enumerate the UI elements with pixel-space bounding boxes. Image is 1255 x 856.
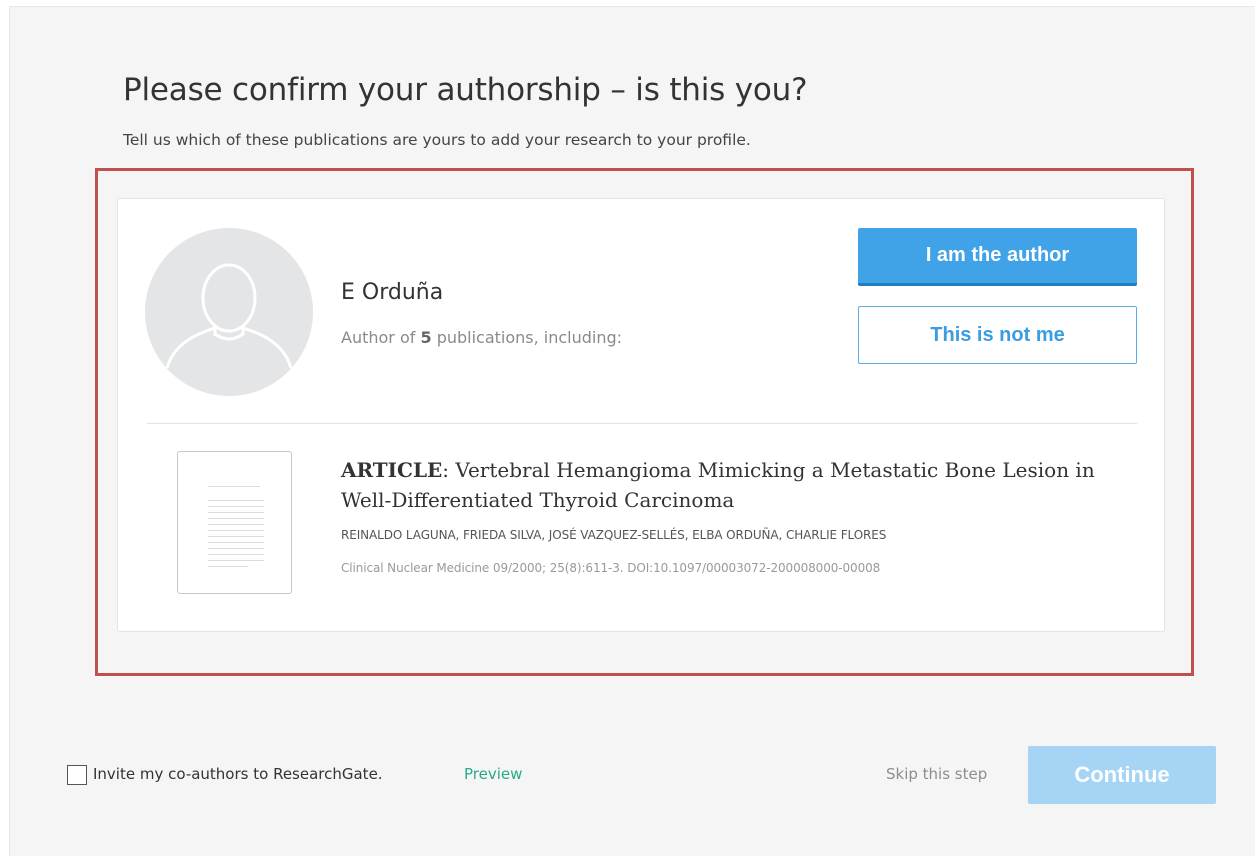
publication-title: : Vertebral Hemangioma Mimicking a Metas… [341, 458, 1095, 512]
author-name: E Orduña [341, 280, 444, 305]
this-is-not-me-button[interactable]: This is not me [858, 306, 1137, 364]
document-thumbnail-icon [177, 451, 292, 594]
publication-count: 5 [420, 328, 432, 347]
i-am-the-author-button[interactable]: I am the author [858, 228, 1137, 286]
avatar-placeholder-icon [145, 228, 313, 396]
publication-authors: REINALDO LAGUNA, FRIEDA SILVA, JOSÉ VAZQ… [341, 528, 887, 542]
card-divider [147, 423, 1137, 424]
person-silhouette-icon [145, 228, 313, 396]
author-publication-summary: Author of 5 publications, including: [341, 328, 622, 347]
thumb-line [208, 506, 264, 507]
thumb-line [208, 512, 264, 513]
thumb-line [208, 486, 260, 487]
thumb-line [208, 500, 264, 501]
skip-step-link[interactable]: Skip this step [886, 765, 987, 783]
continue-button[interactable]: Continue [1028, 746, 1216, 804]
invite-coauthors-checkbox[interactable] [67, 765, 87, 785]
thumb-line [208, 530, 264, 531]
publication-source: Clinical Nuclear Medicine 09/2000; 25(8)… [341, 561, 881, 575]
article-title-link[interactable]: ARTICLE: Vertebral Hemangioma Mimicking … [341, 455, 1141, 515]
publication-type: ARTICLE [341, 458, 443, 482]
preview-link[interactable]: Preview [464, 765, 522, 783]
thumb-line [208, 548, 264, 549]
thumb-line [208, 524, 264, 525]
thumb-line [208, 542, 264, 543]
page-subtitle: Tell us which of these publications are … [123, 131, 751, 149]
author-meta-suffix: publications, including: [431, 328, 623, 347]
thumb-line [208, 560, 264, 561]
thumb-line [208, 566, 248, 567]
thumb-line [208, 554, 264, 555]
thumb-line [208, 518, 264, 519]
author-meta-prefix: Author of [341, 328, 421, 347]
thumb-line [208, 536, 264, 537]
page-title: Please confirm your authorship – is this… [123, 72, 808, 108]
invite-coauthors-label[interactable]: Invite my co-authors to ResearchGate. [93, 765, 383, 783]
